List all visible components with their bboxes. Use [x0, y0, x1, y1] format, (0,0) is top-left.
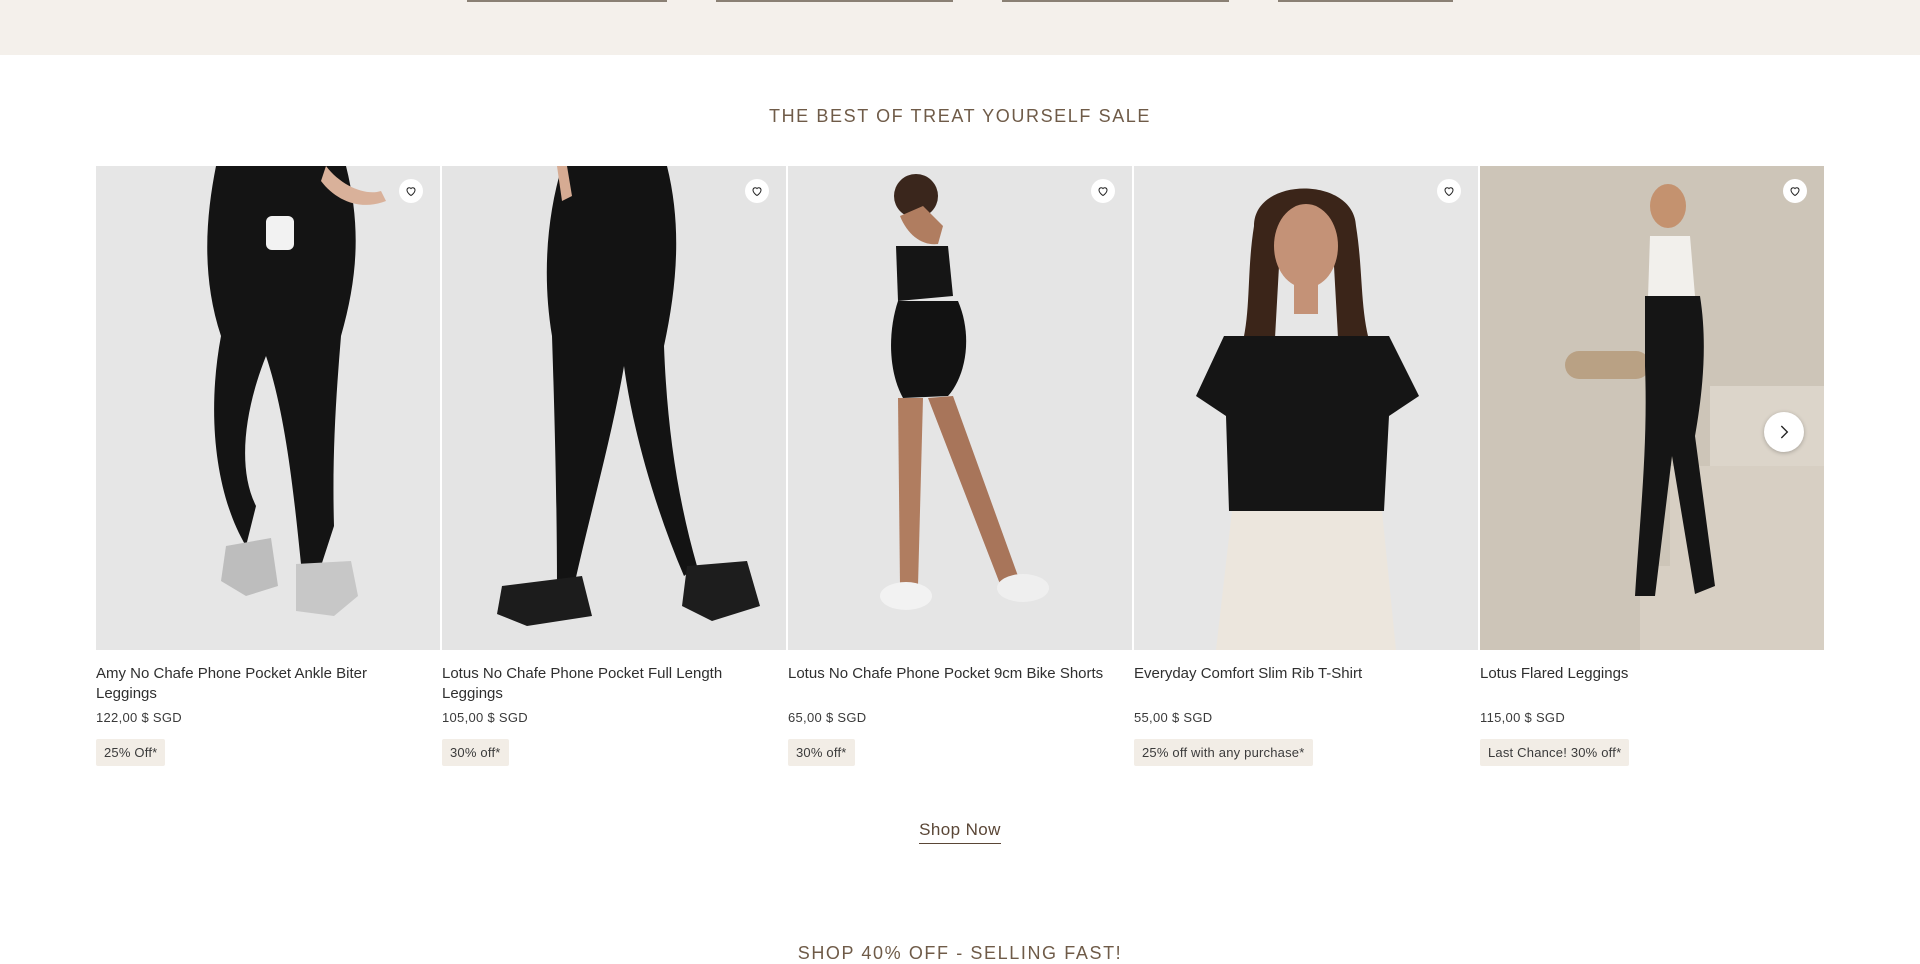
product-name[interactable]: Lotus Flared Leggings — [1480, 664, 1824, 704]
discount-badge: 25% off with any purchase* — [1134, 739, 1313, 766]
product-image[interactable] — [788, 166, 1132, 650]
carousel-next-button[interactable] — [1764, 412, 1804, 452]
product-price: 115,00 $ SGD — [1480, 710, 1566, 725]
tab-underline-3 — [1002, 0, 1229, 2]
tab-underline-4 — [1278, 0, 1453, 2]
heart-icon — [1098, 187, 1108, 197]
product-card[interactable]: Lotus Flared Leggings 115,00 $ SGD Last … — [1480, 166, 1824, 766]
wishlist-button[interactable] — [745, 179, 769, 203]
product-image[interactable] — [96, 166, 440, 650]
product-card[interactable]: Amy No Chafe Phone Pocket Ankle Biter Le… — [96, 166, 440, 766]
heart-icon — [752, 187, 762, 197]
product-image[interactable] — [1480, 166, 1824, 650]
product-image[interactable] — [1134, 166, 1478, 650]
product-card[interactable]: Lotus No Chafe Phone Pocket Full Length … — [442, 166, 786, 766]
heart-icon — [406, 187, 416, 197]
wishlist-button[interactable] — [1437, 179, 1461, 203]
chevron-right-icon — [1780, 425, 1789, 439]
product-card[interactable]: Lotus No Chafe Phone Pocket 9cm Bike Sho… — [788, 166, 1132, 766]
wishlist-button[interactable] — [1091, 179, 1115, 203]
product-name[interactable]: Lotus No Chafe Phone Pocket Full Length … — [442, 664, 786, 704]
section-title: THE BEST OF TREAT YOURSELF SALE — [768, 106, 1152, 126]
discount-badge: 30% off* — [442, 739, 509, 766]
wishlist-button[interactable] — [1783, 179, 1807, 203]
discount-badge: 30% off* — [788, 739, 855, 766]
product-name[interactable]: Lotus No Chafe Phone Pocket 9cm Bike Sho… — [788, 664, 1132, 704]
discount-badge: 25% Off* — [96, 739, 166, 766]
product-price: 105,00 $ SGD — [442, 710, 528, 725]
product-image[interactable] — [442, 166, 786, 650]
discount-badge: Last Chance! 30% off* — [1480, 739, 1630, 766]
top-band — [0, 0, 1920, 55]
product-name[interactable]: Amy No Chafe Phone Pocket Ankle Biter Le… — [96, 664, 440, 704]
product-card[interactable]: Everyday Comfort Slim Rib T-Shirt 55,00 … — [1134, 166, 1478, 766]
next-section-title: SHOP 40% OFF - SELLING FAST! — [797, 943, 1123, 963]
tab-underline-2 — [716, 0, 953, 2]
tab-underline-1 — [467, 0, 667, 2]
wishlist-button[interactable] — [399, 179, 423, 203]
product-carousel: Amy No Chafe Phone Pocket Ankle Biter Le… — [96, 166, 1825, 806]
product-price: 55,00 $ SGD — [1134, 710, 1213, 725]
product-price: 65,00 $ SGD — [788, 710, 867, 725]
heart-icon — [1444, 187, 1454, 197]
shop-now-link[interactable]: Shop Now — [919, 820, 1001, 844]
product-price: 122,00 $ SGD — [96, 710, 182, 725]
heart-icon — [1790, 187, 1800, 197]
product-name[interactable]: Everyday Comfort Slim Rib T-Shirt — [1134, 664, 1478, 704]
shop-now-container: Shop Now — [0, 820, 1920, 844]
